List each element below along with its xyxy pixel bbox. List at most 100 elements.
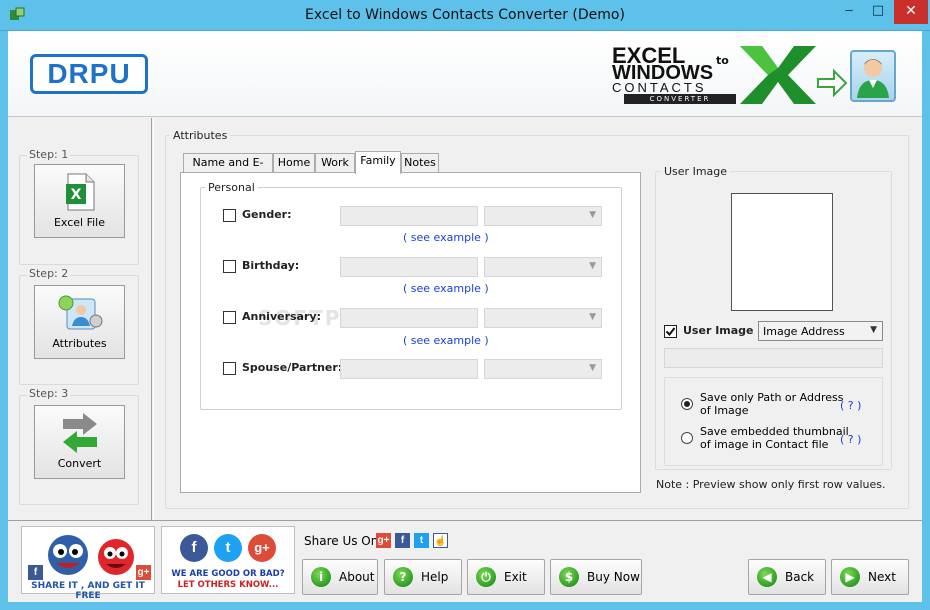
tab-notes[interactable]: Notes bbox=[401, 153, 439, 173]
next-arrow-icon: ▶ bbox=[840, 567, 860, 587]
close-button[interactable]: ✕ bbox=[894, 0, 928, 24]
anniversary-text-field[interactable] bbox=[340, 308, 478, 328]
window-frame-bottom bbox=[0, 602, 930, 610]
chevron-down-icon: ▼ bbox=[589, 261, 596, 271]
save-path-help-link[interactable]: ( ? ) bbox=[840, 399, 861, 412]
save-thumbnail-label-line1: Save embedded thumbnail bbox=[700, 425, 849, 438]
attributes-button[interactable]: Attributes bbox=[34, 285, 125, 359]
help-label: Help bbox=[421, 570, 449, 584]
spouse-combo[interactable]: ▼ bbox=[484, 359, 602, 379]
step1-label: Step: 1 bbox=[27, 148, 71, 161]
anniversary-label: Anniversary: bbox=[242, 310, 321, 323]
info-icon: i bbox=[311, 567, 331, 587]
chevron-down-icon: ▼ bbox=[589, 312, 596, 322]
image-path-field[interactable] bbox=[664, 348, 883, 368]
window-frame-right bbox=[922, 31, 930, 610]
about-button[interactable]: i About bbox=[302, 559, 378, 595]
back-arrow-icon: ◀ bbox=[757, 567, 777, 587]
maximize-button[interactable]: □ bbox=[864, 0, 892, 24]
birthday-text-field[interactable] bbox=[340, 257, 478, 277]
convert-arrows-icon bbox=[63, 413, 97, 453]
excel-file-label: Excel File bbox=[53, 216, 106, 229]
exit-label: Exit bbox=[504, 570, 527, 584]
user-image-group-label: User Image bbox=[661, 165, 731, 178]
user-image-checkbox-label: User Image bbox=[683, 324, 754, 337]
birthday-label: Birthday: bbox=[242, 259, 300, 272]
like-share-icon[interactable]: ☝ bbox=[433, 533, 448, 548]
feedback-promo-line2: LET OTHERS KNOW... bbox=[177, 580, 279, 590]
about-label: About bbox=[339, 570, 375, 584]
excel-file-button[interactable]: X Excel File bbox=[34, 164, 125, 238]
tab-work[interactable]: Work bbox=[315, 153, 355, 173]
excel-x-icon bbox=[740, 46, 816, 104]
share-promo-banner[interactable]: f g+ SHARE IT , AND GET IT FREE bbox=[21, 526, 155, 601]
chevron-down-icon: ▼ bbox=[870, 325, 877, 335]
gender-checkbox[interactable] bbox=[223, 209, 236, 222]
spouse-text-field[interactable] bbox=[340, 359, 478, 379]
feedback-promo-banner[interactable]: f t g+ WE ARE GOOD OR BAD? LET OTHERS KN… bbox=[161, 526, 295, 594]
tab-home[interactable]: Home bbox=[273, 153, 315, 173]
power-icon: ⏻ bbox=[476, 567, 496, 587]
gender-text-field[interactable] bbox=[340, 206, 478, 226]
tab-family[interactable]: Family bbox=[355, 151, 401, 174]
birthday-combo[interactable]: ▼ bbox=[484, 257, 602, 277]
attributes-icon bbox=[58, 295, 103, 330]
preview-note: Note : Preview show only first row value… bbox=[656, 478, 886, 491]
buy-now-label: Buy Now bbox=[587, 570, 640, 584]
save-path-label-line2: of Image bbox=[700, 404, 749, 417]
convert-label: Convert bbox=[57, 457, 102, 470]
save-path-label-line1: Save only Path or Address bbox=[700, 391, 844, 404]
birthday-checkbox[interactable] bbox=[223, 260, 236, 273]
anniversary-combo[interactable]: ▼ bbox=[484, 308, 602, 328]
buy-now-button[interactable]: $ Buy Now bbox=[550, 559, 642, 595]
minimize-button[interactable]: ‒ bbox=[835, 0, 863, 24]
facebook-share-icon[interactable]: f bbox=[395, 533, 410, 548]
save-thumbnail-radio[interactable] bbox=[681, 432, 693, 444]
spouse-checkbox[interactable] bbox=[223, 362, 236, 375]
step3-label: Step: 3 bbox=[27, 387, 71, 400]
title-bar: Excel to Windows Contacts Converter (Dem… bbox=[0, 0, 930, 31]
birthday-see-example-link[interactable]: ( see example ) bbox=[403, 282, 489, 295]
share-promo-text: SHARE IT , AND GET IT FREE bbox=[31, 581, 145, 601]
arrow-right-icon bbox=[817, 68, 848, 98]
back-button[interactable]: ◀ Back bbox=[748, 559, 826, 595]
gender-combo[interactable]: ▼ bbox=[484, 206, 602, 226]
convert-button[interactable]: Convert bbox=[34, 405, 125, 479]
exit-button[interactable]: ⏻ Exit bbox=[467, 559, 545, 595]
google-plus-share-icon[interactable]: g+ bbox=[376, 533, 391, 548]
user-image-checkbox[interactable] bbox=[664, 325, 677, 338]
personal-group-label: Personal bbox=[205, 181, 258, 194]
next-button[interactable]: ▶ Next bbox=[831, 559, 909, 595]
window-frame-left bbox=[0, 31, 8, 610]
save-thumbnail-label-line2: of image in Contact file bbox=[700, 438, 829, 451]
product-to: to bbox=[716, 54, 729, 67]
chevron-down-icon: ▼ bbox=[589, 210, 596, 220]
window-title: Excel to Windows Contacts Converter (Dem… bbox=[305, 7, 625, 23]
twitter-icon: t bbox=[214, 534, 242, 562]
user-image-preview bbox=[731, 193, 833, 311]
anniversary-see-example-link[interactable]: ( see example ) bbox=[403, 334, 489, 347]
save-thumbnail-label: Save embedded thumbnail of image in Cont… bbox=[700, 425, 849, 451]
twitter-share-icon[interactable]: t bbox=[414, 533, 429, 548]
save-path-radio[interactable] bbox=[681, 398, 693, 410]
chevron-down-icon: ▼ bbox=[589, 363, 596, 373]
tab-name-email[interactable]: Name and E-mail bbox=[183, 153, 273, 187]
product-logo: EXCEL to WINDOWS CONTACTS CONVERTER bbox=[612, 45, 736, 104]
anniversary-checkbox[interactable] bbox=[223, 311, 236, 324]
feedback-promo-line1: WE ARE GOOD OR BAD? bbox=[171, 569, 285, 579]
share-us-label: Share Us On : bbox=[304, 534, 387, 548]
attributes-group-label: Attributes bbox=[170, 129, 231, 142]
google-plus-mini-icon: g+ bbox=[136, 565, 151, 580]
monsters-icon bbox=[48, 535, 134, 575]
facebook-icon: f bbox=[180, 534, 208, 562]
spouse-label: Spouse/Partner: bbox=[242, 361, 343, 374]
back-label: Back bbox=[785, 570, 815, 584]
image-source-value: Image Address bbox=[763, 325, 845, 338]
save-thumbnail-help-link[interactable]: ( ? ) bbox=[840, 433, 861, 446]
facebook-mini-icon: f bbox=[28, 565, 43, 580]
gender-see-example-link[interactable]: ( see example ) bbox=[403, 231, 489, 244]
help-button[interactable]: ? Help bbox=[384, 559, 462, 595]
next-label: Next bbox=[868, 570, 896, 584]
image-source-combo[interactable]: Image Address ▼ bbox=[758, 321, 883, 341]
excel-icon: X bbox=[66, 173, 95, 211]
